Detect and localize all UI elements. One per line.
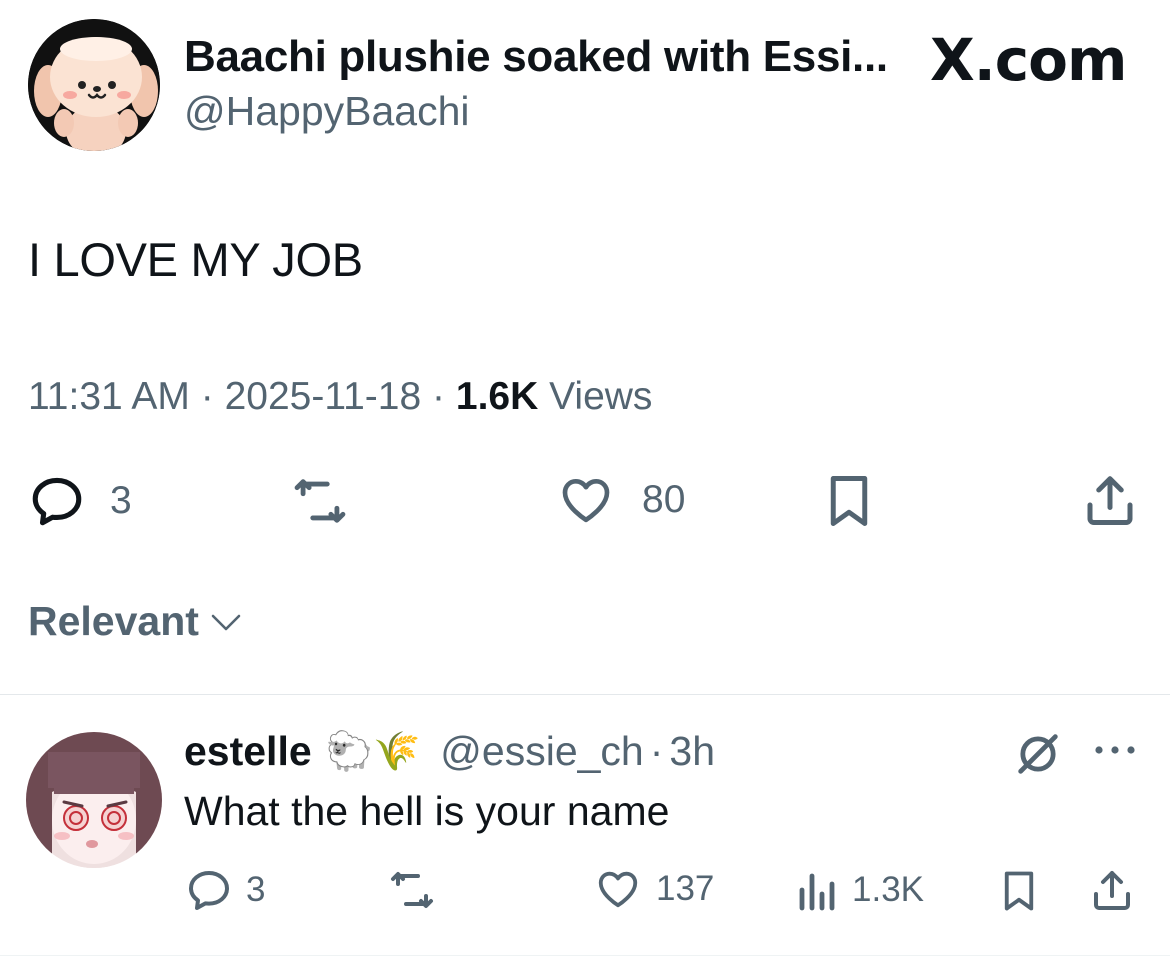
- like-count: 80: [642, 478, 686, 521]
- post-time[interactable]: 11:31 AM: [28, 375, 190, 418]
- post-text: I LOVE MY JOB: [28, 233, 363, 286]
- views-label: Views: [549, 375, 653, 418]
- chevron-down-icon: [211, 614, 241, 630]
- reply-text: What the hell is your name: [184, 788, 670, 834]
- like-icon: [598, 871, 638, 908]
- reply-avatar[interactable]: [26, 732, 162, 868]
- retweet-button[interactable]: [286, 472, 354, 530]
- grok-button[interactable]: [1012, 728, 1064, 785]
- reply-author-handle[interactable]: @essie_ch: [440, 728, 643, 775]
- divider: [0, 955, 1170, 956]
- post-meta: 11:31 AM · 2025-11-18 · 1.6K Views: [28, 375, 652, 419]
- post-date[interactable]: 2025-11-18: [225, 375, 422, 418]
- share-button[interactable]: [1080, 470, 1140, 530]
- sort-label: Relevant: [28, 598, 199, 644]
- brand-text: X.com: [930, 26, 1127, 94]
- grok-icon: [1018, 734, 1058, 774]
- brand-logo: X.com: [930, 26, 1127, 94]
- bookmark-icon: [830, 476, 868, 526]
- reply-icon: [32, 477, 82, 526]
- retweet-icon: [294, 479, 346, 523]
- reply-reply-count: 3: [246, 870, 266, 909]
- meta-separator: ·: [432, 375, 446, 418]
- reply-author-name[interactable]: estelle: [184, 728, 312, 775]
- reply-views-button[interactable]: 1.3K: [796, 866, 924, 914]
- author-avatar[interactable]: [28, 19, 160, 151]
- more-icon: [1095, 746, 1135, 754]
- reply-views-count: 1.3K: [852, 870, 924, 909]
- retweet-icon: [391, 872, 433, 908]
- reply-share-button[interactable]: [1088, 866, 1136, 914]
- reply-bookmark-button[interactable]: [998, 866, 1040, 916]
- author-handle[interactable]: @HappyBaachi: [184, 88, 470, 135]
- like-button[interactable]: 80: [556, 472, 685, 528]
- reply-reply-button[interactable]: 3: [184, 866, 265, 914]
- reply-button[interactable]: 3: [26, 472, 132, 530]
- meta-separator: ·: [200, 375, 214, 418]
- share-icon: [1087, 476, 1133, 525]
- author-name[interactable]: Baachi plushie soaked with Essi...: [184, 32, 888, 82]
- reply-header: estelle 🐑🌾 @essie_ch · 3h: [184, 728, 715, 775]
- reply-author-emoji: 🐑🌾: [325, 729, 421, 773]
- bookmark-button[interactable]: [822, 470, 876, 532]
- bookmark-icon: [1004, 871, 1034, 911]
- reply-retweet-button[interactable]: [384, 866, 440, 914]
- reply-separator: ·: [649, 728, 664, 774]
- reply-like-count: 137: [656, 869, 715, 908]
- divider: [0, 694, 1170, 695]
- reply-like-button[interactable]: 137: [594, 866, 714, 912]
- sort-dropdown[interactable]: Relevant: [28, 598, 243, 645]
- views-count: 1.6K: [455, 375, 539, 418]
- share-icon: [1094, 871, 1130, 910]
- reply-count: 3: [110, 479, 132, 522]
- reply-icon: [189, 871, 229, 910]
- views-icon: [799, 873, 835, 911]
- reply-time[interactable]: 3h: [669, 728, 715, 775]
- more-button[interactable]: [1090, 740, 1140, 765]
- like-icon: [562, 479, 610, 523]
